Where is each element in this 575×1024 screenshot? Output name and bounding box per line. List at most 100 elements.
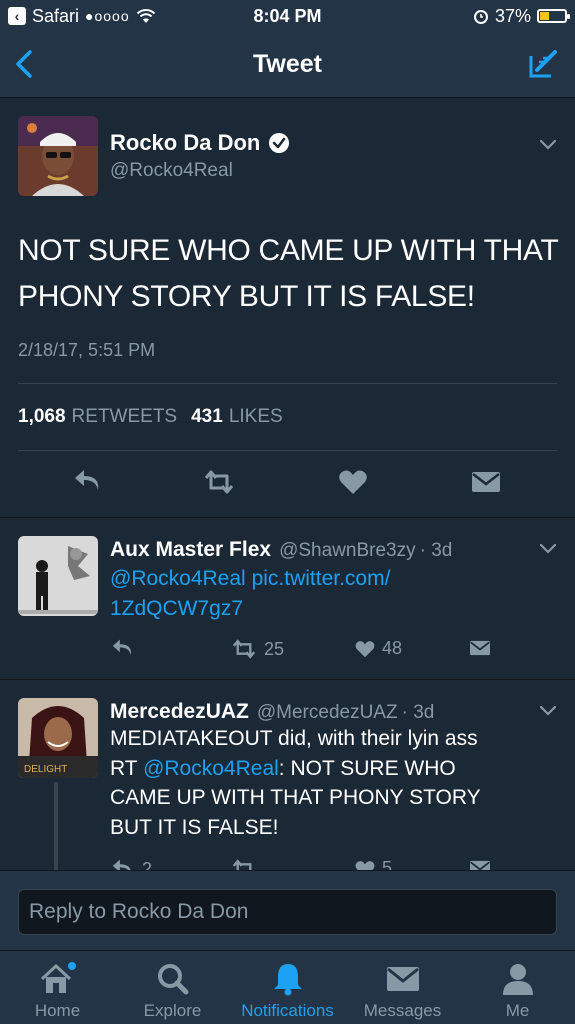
main-tweet: Rocko Da Don @Rocko4Real NOT SURE WHO CA…: [0, 98, 575, 518]
tab-label: Home: [34, 1001, 81, 1020]
search-icon: [157, 964, 188, 995]
retweet-icon: [232, 639, 256, 659]
like-heart-icon: [355, 640, 375, 657]
verified-badge-icon: [269, 133, 290, 153]
reply-line: BUT IT IS FALSE!: [110, 815, 279, 839]
reply-icon: [112, 859, 131, 870]
reply-actions: 2 5: [110, 858, 550, 870]
divider: [18, 383, 557, 384]
tab-notifications[interactable]: Notifications: [230, 951, 345, 1024]
tweet-actions: [0, 468, 575, 502]
chevron-down-icon[interactable]: [538, 704, 558, 718]
like-count: 48: [382, 638, 403, 658]
reply-age: · 3d: [419, 540, 453, 561]
reply-header: MercedezUAZ @MercedezUAZ · 3d: [110, 700, 434, 724]
reply-text: @Rocko4Real pic.twitter.com/ 1ZdQCW7gz7: [110, 564, 540, 623]
tweet-text: NOT SURE WHO CAME UP WITH THAT PHONY STO…: [18, 234, 558, 313]
direct-message-icon: [470, 860, 490, 870]
wifi-icon: [136, 9, 155, 23]
rt-prefix: RT: [110, 756, 144, 780]
retweet-count: 25: [264, 638, 285, 659]
battery-level: [540, 12, 549, 20]
retweet-icon: [232, 859, 252, 870]
status-bar: ‹ Safari ●oooo 8:04 PM 37%: [0, 0, 575, 32]
alarm-icon: [473, 10, 488, 24]
author-name-text: Rocko Da Don: [110, 130, 261, 155]
like-label[interactable]: LIKES: [229, 406, 283, 428]
reply-count: 2: [142, 858, 153, 871]
chevron-down-icon[interactable]: [538, 542, 558, 556]
reply-author-handle[interactable]: @ShawnBre3zy: [279, 540, 416, 562]
reply-avatar[interactable]: DELIGHT: [18, 698, 98, 778]
reply-tweet[interactable]: DELIGHT MercedezUAZ @MercedezUAZ · 3d ME…: [0, 680, 575, 870]
reply-line: MEDIATAKEOUT did, with their lyin ass: [110, 727, 478, 750]
nav-bar: Tweet: [0, 32, 575, 98]
reply-header: Aux Master Flex @ShawnBre3zy · 3d: [110, 538, 452, 562]
like-heart-icon: [355, 860, 375, 870]
reply-tweet[interactable]: Aux Master Flex @ShawnBre3zy · 3d @Rocko…: [0, 518, 575, 680]
envelope-icon: [386, 967, 419, 991]
rt-text: : NOT SURE WHO: [278, 756, 456, 780]
retweet-button[interactable]: [230, 858, 258, 870]
mention-link[interactable]: @Rocko4Real: [110, 567, 246, 590]
reply-author-name[interactable]: MercedezUAZ: [110, 700, 249, 724]
author-avatar[interactable]: [18, 116, 98, 196]
home-icon: [40, 962, 76, 993]
reply-composer: [0, 870, 575, 950]
like-button[interactable]: 48: [354, 638, 402, 659]
divider: [18, 450, 557, 451]
retweet-icon[interactable]: [203, 468, 235, 496]
reply-icon: [112, 639, 132, 656]
like-heart-icon[interactable]: [337, 468, 369, 496]
pic-link[interactable]: pic.twitter.com/: [252, 567, 391, 590]
tweet-stats: 1,068 RETWEETS 431 LIKES: [18, 406, 283, 428]
direct-message-icon: [470, 640, 490, 656]
tab-messages[interactable]: Messages: [345, 951, 460, 1024]
tweet-timestamp: 2/18/17, 5:51 PM: [18, 340, 156, 360]
like-count[interactable]: 431: [191, 406, 223, 428]
reply-age: · 3d: [401, 702, 435, 723]
retweet-button[interactable]: 25: [230, 638, 284, 660]
retweet-label[interactable]: RETWEETS: [72, 406, 178, 428]
tab-label: Messages: [363, 1001, 442, 1020]
svg-text:DELIGHT: DELIGHT: [24, 764, 67, 775]
reply-line: CAME UP WITH THAT PHONY STORY: [110, 786, 481, 809]
bell-icon: [273, 964, 302, 996]
tab-home[interactable]: Home: [0, 951, 115, 1024]
direct-message-icon[interactable]: [470, 468, 502, 496]
tab-bar: Home Explore Notifications Messages Me: [0, 950, 575, 1024]
battery-icon: [537, 9, 570, 23]
tab-label: Explore: [143, 1001, 202, 1020]
thread-line: [54, 782, 58, 870]
pic-link-id[interactable]: 1ZdQCW7gz7: [110, 597, 243, 620]
reply-actions: 25 48: [110, 638, 550, 666]
like-count: 5: [382, 858, 393, 870]
compose-tweet-icon[interactable]: [525, 46, 561, 82]
chevron-down-icon[interactable]: [538, 138, 558, 152]
reply-text: MEDIATAKEOUT did, with their lyin ass RT…: [110, 724, 550, 842]
reply-button[interactable]: 2: [110, 858, 152, 870]
author-handle[interactable]: @Rocko4Real: [110, 160, 233, 182]
reply-avatar[interactable]: [18, 536, 98, 616]
page-title: Tweet: [253, 50, 322, 78]
author-name[interactable]: Rocko Da Don: [110, 130, 290, 156]
carrier-label: Safari: [32, 5, 80, 26]
tab-explore[interactable]: Explore: [115, 951, 230, 1024]
back-to-app-icon[interactable]: ‹: [8, 7, 26, 25]
status-right: 37%: [473, 5, 570, 27]
reply-button[interactable]: [110, 638, 136, 660]
dm-button[interactable]: [468, 638, 492, 658]
like-button[interactable]: 5: [354, 858, 392, 870]
tab-me[interactable]: Me: [460, 951, 575, 1024]
reply-author-handle[interactable]: @MercedezUAZ: [257, 702, 398, 724]
status-left: ‹ Safari ●oooo: [8, 6, 156, 27]
person-icon: [502, 964, 533, 995]
signal-strength: ●oooo: [85, 8, 130, 24]
battery-percent: 37%: [494, 5, 531, 26]
dm-button[interactable]: [468, 858, 492, 870]
reply-icon[interactable]: [72, 468, 104, 496]
reply-author-name[interactable]: Aux Master Flex: [110, 538, 271, 562]
retweet-count[interactable]: 1,068: [18, 406, 66, 428]
reply-input[interactable]: [18, 889, 557, 935]
mention-link[interactable]: @Rocko4Real: [143, 757, 279, 780]
